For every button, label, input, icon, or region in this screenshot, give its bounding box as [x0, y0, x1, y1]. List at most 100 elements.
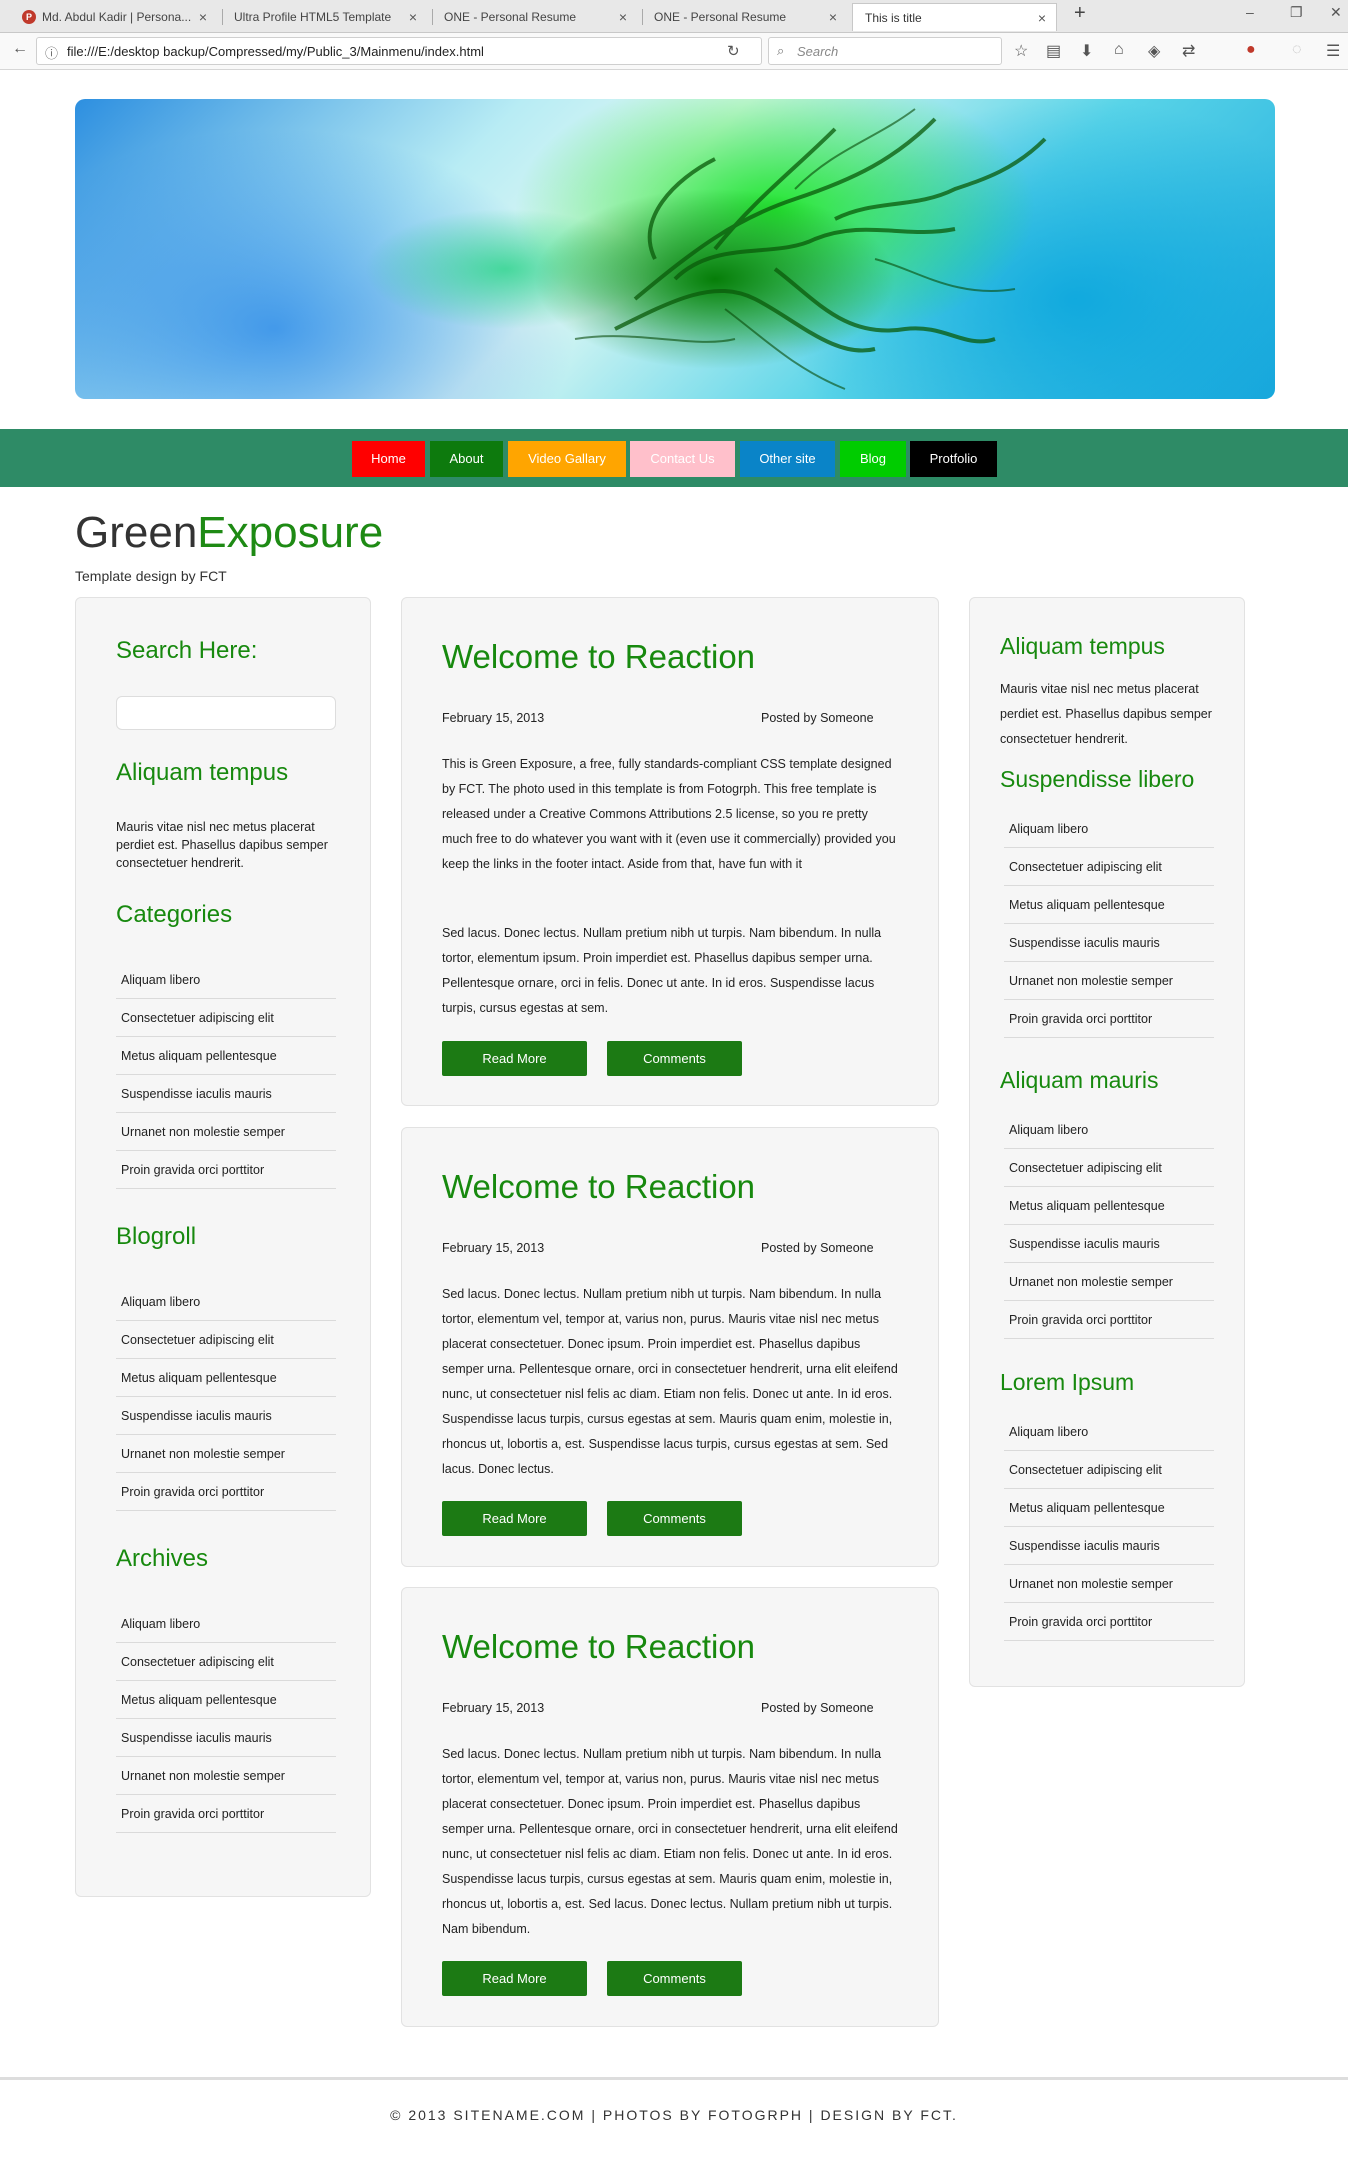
categories-heading: Categories: [116, 901, 233, 928]
suspendisse-list-item[interactable]: Suspendisse iaculis mauris: [1004, 924, 1214, 962]
suspendisse-list-item[interactable]: Urnanet non molestie semper: [1004, 962, 1214, 1000]
categories-list-item[interactable]: Consectetuer adipiscing elit: [116, 999, 336, 1037]
blogroll-list-item[interactable]: Aliquam libero: [116, 1283, 336, 1321]
bookmark-star-icon[interactable]: ☆: [1014, 41, 1028, 61]
lorem-list-item[interactable]: Aliquam libero: [1004, 1413, 1214, 1451]
archives-list-item[interactable]: Urnanet non molestie semper: [116, 1757, 336, 1795]
mauris-list-item[interactable]: Proin gravida orci porttitor: [1004, 1301, 1214, 1339]
categories-list-item[interactable]: Proin gravida orci porttitor: [116, 1151, 336, 1189]
blogroll-list-item[interactable]: Suspendisse iaculis mauris: [116, 1397, 336, 1435]
close-tab-icon[interactable]: ×: [409, 3, 417, 31]
read-more-button[interactable]: Read More: [442, 1501, 587, 1536]
home-icon[interactable]: ⌂: [1114, 41, 1124, 59]
mauris-list-item[interactable]: Urnanet non molestie semper: [1004, 1263, 1214, 1301]
post-title[interactable]: Welcome to Reaction: [442, 638, 755, 676]
categories-list-item[interactable]: Urnanet non molestie semper: [116, 1113, 336, 1151]
post-author: Posted by Someone: [761, 1241, 874, 1255]
lorem-list-item[interactable]: Proin gravida orci porttitor: [1004, 1603, 1214, 1641]
comments-button[interactable]: Comments: [607, 1501, 742, 1536]
menu-item-home[interactable]: Home: [352, 441, 425, 477]
adblock-icon[interactable]: ●: [1246, 41, 1256, 59]
close-tab-icon[interactable]: ×: [619, 3, 627, 31]
post-author: Posted by Someone: [761, 1701, 874, 1715]
ink-swirl-graphic: [574, 108, 1047, 390]
restore-icon[interactable]: ❐: [1290, 4, 1303, 21]
browser-tab[interactable]: P Md. Abdul Kadir | Persona... ×: [12, 3, 217, 31]
suspendisse-list: Aliquam libero Consectetuer adipiscing e…: [1004, 810, 1214, 1038]
post-title[interactable]: Welcome to Reaction: [442, 1168, 755, 1206]
suspendisse-list-item[interactable]: Aliquam libero: [1004, 810, 1214, 848]
post-author: Posted by Someone: [761, 711, 874, 725]
categories-list-item[interactable]: Suspendisse iaculis mauris: [116, 1075, 336, 1113]
menu-hamburger-icon[interactable]: ☰: [1326, 41, 1340, 61]
reading-list-icon[interactable]: ▤: [1046, 41, 1061, 61]
menu-item-protfolio[interactable]: Protfolio: [910, 441, 997, 477]
menu-item-video-gallary[interactable]: Video Gallary: [508, 441, 626, 477]
suspendisse-list-item[interactable]: Proin gravida orci porttitor: [1004, 1000, 1214, 1038]
close-tab-icon[interactable]: ×: [199, 3, 207, 31]
comments-button[interactable]: Comments: [607, 1961, 742, 1996]
read-more-button[interactable]: Read More: [442, 1961, 587, 1996]
right-aliquam-heading: Aliquam tempus: [1000, 633, 1165, 659]
new-tab-icon[interactable]: +: [1074, 2, 1086, 25]
browser-tab-bar: P Md. Abdul Kadir | Persona... × Ultra P…: [0, 0, 1348, 33]
reload-icon[interactable]: ↻: [727, 42, 740, 60]
close-tab-icon[interactable]: ×: [829, 3, 837, 31]
browser-tab-active[interactable]: This is title ×: [852, 3, 1057, 31]
menu-item-contact-us[interactable]: Contact Us: [630, 441, 735, 477]
mauris-list-item[interactable]: Suspendisse iaculis mauris: [1004, 1225, 1214, 1263]
suspendisse-list-item[interactable]: Metus aliquam pellentesque: [1004, 886, 1214, 924]
browser-tab[interactable]: ONE - Personal Resume ×: [642, 3, 847, 31]
browser-tab[interactable]: Ultra Profile HTML5 Template ×: [222, 3, 427, 31]
blogroll-list-item[interactable]: Proin gravida orci porttitor: [116, 1473, 336, 1511]
browser-search-input[interactable]: ⌕ Search: [768, 37, 1002, 65]
addon-icon[interactable]: ◌: [1292, 41, 1302, 59]
browser-tab[interactable]: ONE - Personal Resume ×: [432, 3, 637, 31]
url-bar[interactable]: ⓘ file:///E:/desktop backup/Compressed/m…: [36, 37, 762, 65]
mauris-list-item[interactable]: Metus aliquam pellentesque: [1004, 1187, 1214, 1225]
archives-list-item[interactable]: Consectetuer adipiscing elit: [116, 1643, 336, 1681]
download-icon[interactable]: ⬇: [1080, 41, 1093, 61]
blogroll-list-item[interactable]: Consectetuer adipiscing elit: [116, 1321, 336, 1359]
archives-list-item[interactable]: Suspendisse iaculis mauris: [116, 1719, 336, 1757]
menu-item-about[interactable]: About: [430, 441, 503, 477]
back-icon[interactable]: ←: [12, 40, 28, 58]
read-more-button[interactable]: Read More: [442, 1041, 587, 1076]
sidebar-search-input[interactable]: [116, 696, 336, 730]
archives-list-item[interactable]: Aliquam libero: [116, 1605, 336, 1643]
site-title-part2: Exposure: [197, 508, 384, 557]
categories-list-item[interactable]: Metus aliquam pellentesque: [116, 1037, 336, 1075]
header-banner-image: [75, 99, 1275, 399]
sync-icon[interactable]: ⇄: [1182, 41, 1195, 61]
minimize-icon[interactable]: –: [1246, 4, 1254, 20]
archives-heading: Archives: [116, 1545, 209, 1572]
menu-item-other-site[interactable]: Other site: [740, 441, 835, 477]
info-icon[interactable]: ⓘ: [45, 43, 58, 62]
mauris-list-item[interactable]: Consectetuer adipiscing elit: [1004, 1149, 1214, 1187]
lorem-list-item[interactable]: Suspendisse iaculis mauris: [1004, 1527, 1214, 1565]
comments-button[interactable]: Comments: [607, 1041, 742, 1076]
archives-list-item[interactable]: Metus aliquam pellentesque: [116, 1681, 336, 1719]
blogroll-list-item[interactable]: Urnanet non molestie semper: [116, 1435, 336, 1473]
post-title[interactable]: Welcome to Reaction: [442, 1628, 755, 1666]
pocket-icon[interactable]: ◈: [1148, 41, 1160, 61]
categories-list: Aliquam libero Consectetuer adipiscing e…: [116, 961, 336, 1189]
lorem-list-item[interactable]: Urnanet non molestie semper: [1004, 1565, 1214, 1603]
menu-item-blog[interactable]: Blog: [840, 441, 906, 477]
lorem-list-item[interactable]: Metus aliquam pellentesque: [1004, 1489, 1214, 1527]
blogroll-list-item[interactable]: Metus aliquam pellentesque: [116, 1359, 336, 1397]
archives-list-item[interactable]: Proin gravida orci porttitor: [116, 1795, 336, 1833]
lorem-list-item[interactable]: Consectetuer adipiscing elit: [1004, 1451, 1214, 1489]
search-icon: ⌕: [777, 43, 785, 58]
archives-list: Aliquam libero Consectetuer adipiscing e…: [116, 1605, 336, 1833]
close-tab-icon[interactable]: ×: [1038, 4, 1046, 31]
site-title[interactable]: GreenExposure: [75, 508, 383, 558]
site-subtitle: Template design by FCT: [75, 568, 227, 584]
mauris-list: Aliquam libero Consectetuer adipiscing e…: [1004, 1111, 1214, 1339]
close-window-icon[interactable]: ✕: [1330, 4, 1342, 21]
post-date: February 15, 2013: [442, 711, 545, 725]
categories-list-item[interactable]: Aliquam libero: [116, 961, 336, 999]
suspendisse-list-item[interactable]: Consectetuer adipiscing elit: [1004, 848, 1214, 886]
mauris-list-item[interactable]: Aliquam libero: [1004, 1111, 1214, 1149]
mauris-heading: Aliquam mauris: [1000, 1067, 1159, 1093]
